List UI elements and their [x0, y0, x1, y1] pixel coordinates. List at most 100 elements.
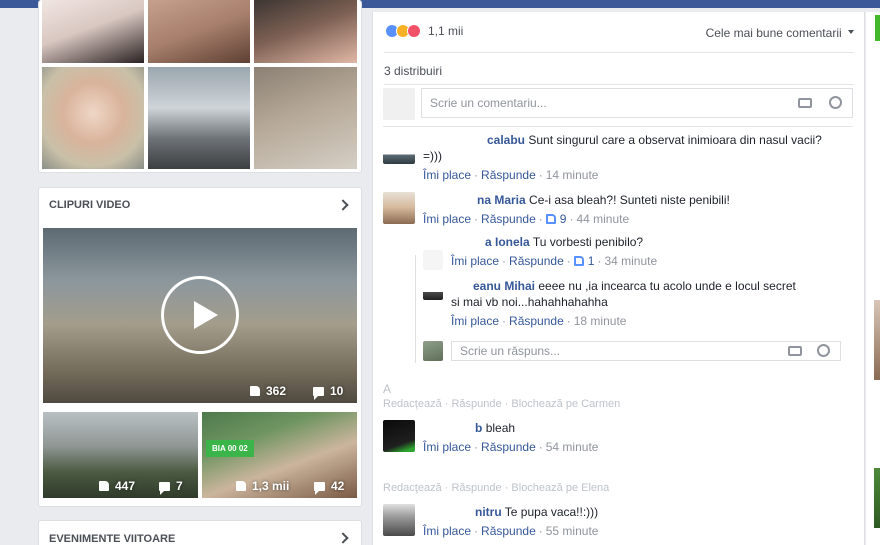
- commenter-name[interactable]: nitru: [475, 505, 502, 519]
- photo-thumbnail[interactable]: [148, 67, 250, 169]
- commenter-avatar[interactable]: [383, 132, 415, 164]
- comment-input[interactable]: Scrie un comentariu...: [421, 88, 853, 118]
- video-like-count: 1,3 mii: [252, 479, 290, 493]
- commenter-name[interactable]: eanu Mihai: [473, 279, 535, 293]
- video-likes: 447: [99, 479, 135, 493]
- comment-body: eanu Mihai eeee nu ,ia incearca tu acolo…: [451, 278, 851, 294]
- photo-thumbnail[interactable]: [254, 0, 357, 63]
- video-comments: 42: [314, 479, 345, 495]
- divider: [384, 52, 854, 53]
- comment-body: b bleah: [423, 420, 853, 436]
- like-link[interactable]: Îmi place: [423, 524, 471, 538]
- comment-text-line2: si mai vb noi...hahahhahahha: [451, 295, 608, 309]
- comment-actions: Îmi place · Răspunde · 9 · 44 minute: [423, 212, 630, 226]
- comment-like-count[interactable]: 1: [588, 254, 595, 268]
- main-video[interactable]: 362 10: [43, 228, 357, 403]
- comment-actions: Îmi place · Răspunde · 18 minute: [451, 314, 627, 328]
- comment-icon: [159, 481, 170, 495]
- like-link[interactable]: Îmi place: [423, 168, 471, 182]
- divider: [384, 84, 854, 85]
- reply-input[interactable]: Scrie un răspuns...: [451, 341, 841, 361]
- thumbs-up-icon: [545, 214, 556, 224]
- reactions-summary[interactable]: 1,1 mii: [385, 24, 463, 38]
- commenter-name[interactable]: a Ionela: [485, 235, 530, 249]
- video-likes: 1,3 mii: [236, 479, 289, 493]
- online-status-bar: [875, 15, 880, 41]
- video-like-count: 362: [266, 384, 287, 398]
- reply-link[interactable]: Răspunde: [481, 524, 536, 538]
- video-overlay-text: BIA 00 02: [206, 440, 254, 457]
- love-reaction-icon: [407, 24, 421, 38]
- comment-placeholder: Scrie un comentariu...: [430, 96, 547, 110]
- like-link[interactable]: Îmi place: [423, 212, 471, 226]
- comment-actions: Îmi place · Răspunde · 14 minute: [423, 168, 599, 182]
- comment-time[interactable]: 34 minute: [604, 254, 657, 268]
- comment-like-count[interactable]: 9: [560, 212, 567, 226]
- commenter-name[interactable]: calabu: [487, 133, 525, 147]
- reply-link[interactable]: Răspunde: [509, 314, 564, 328]
- like-icon: [236, 481, 246, 491]
- comment-time[interactable]: 54 minute: [546, 440, 599, 454]
- comment-actions: Îmi place · Răspunde · 1 · 34 minute: [451, 254, 658, 268]
- comment-text: Te pupa vaca!!:))): [504, 505, 599, 519]
- video-likes: 362: [250, 384, 286, 398]
- video-thumbnail[interactable]: BIA 00 02 1,3 mii 42: [202, 412, 357, 498]
- comment-actions: Îmi place · Răspunde · 54 minute: [423, 440, 599, 454]
- videos-section-title[interactable]: CLIPURI VIDEO: [49, 199, 130, 211]
- emoji-icon[interactable]: [817, 344, 830, 357]
- comment-text: Ce-i asa bleah?! Sunteti niste penibili!: [529, 193, 730, 207]
- commenter-avatar[interactable]: [383, 504, 415, 536]
- like-link[interactable]: Îmi place: [451, 314, 499, 328]
- camera-icon[interactable]: [798, 98, 812, 108]
- faded-comment-actions: Redacţează · Răspunde · Blochează pe Ele…: [383, 482, 610, 494]
- reply-link[interactable]: Răspunde: [481, 168, 536, 182]
- comment-body: na Maria Ce-i asa bleah?! Sunteti niste …: [423, 192, 853, 208]
- comment-text: eeee nu ,ia incearca tu acolo unde e loc…: [538, 279, 796, 293]
- photo-thumbnail[interactable]: [42, 0, 144, 63]
- share-count[interactable]: 3 distribuiri: [384, 64, 442, 78]
- play-icon[interactable]: [161, 276, 239, 354]
- photo-thumbnail[interactable]: [42, 67, 144, 169]
- like-link[interactable]: Îmi place: [423, 440, 471, 454]
- comment-time[interactable]: 18 minute: [574, 314, 627, 328]
- commenter-avatar[interactable]: [423, 280, 443, 300]
- photo-thumbnail[interactable]: [254, 67, 357, 169]
- video-comments: 7: [159, 479, 183, 495]
- commenter-name[interactable]: na Maria: [477, 193, 526, 207]
- user-avatar[interactable]: [423, 341, 443, 361]
- emoji-icon[interactable]: [829, 96, 842, 109]
- like-icon: [250, 386, 260, 396]
- comment-sort-dropdown[interactable]: Cele mai bune comentarii: [706, 26, 854, 40]
- photo-thumbnail[interactable]: [148, 0, 250, 63]
- comment-body: nitru Te pupa vaca!!:))): [423, 504, 853, 520]
- video-like-count: 447: [115, 479, 136, 493]
- like-link[interactable]: Îmi place: [451, 254, 499, 268]
- video-comment-count: 42: [331, 479, 345, 493]
- divider: [383, 126, 853, 127]
- comment-time[interactable]: 14 minute: [546, 168, 599, 182]
- user-avatar[interactable]: [383, 88, 415, 120]
- comment-actions: Îmi place · Răspunde · 55 minute: [423, 524, 599, 538]
- sidebar-thumbnail[interactable]: [874, 468, 880, 528]
- comment-time[interactable]: 44 minute: [576, 212, 629, 226]
- reaction-count[interactable]: 1,1 mii: [428, 24, 463, 38]
- events-section-title[interactable]: EVENIMENTE VIITOARE: [49, 533, 175, 545]
- comment-icon: [313, 386, 324, 400]
- faded-comment-actions: Redacţează · Răspunde · Blochează pe Car…: [383, 398, 621, 410]
- reply-link[interactable]: Răspunde: [481, 440, 536, 454]
- video-comment-count: 7: [176, 479, 183, 493]
- comment-time[interactable]: 55 minute: [546, 524, 599, 538]
- commenter-name[interactable]: b: [475, 421, 482, 435]
- reply-thread-line: [415, 255, 416, 363]
- commenter-avatar[interactable]: [383, 420, 415, 452]
- commenter-avatar[interactable]: [383, 192, 415, 224]
- reply-link[interactable]: Răspunde: [481, 212, 536, 226]
- reply-link[interactable]: Răspunde: [509, 254, 564, 268]
- sidebar-thumbnail[interactable]: [874, 300, 880, 380]
- reply-placeholder: Scrie un răspuns...: [460, 344, 561, 358]
- comment-text: bleah: [485, 421, 516, 435]
- commenter-avatar[interactable]: [423, 250, 443, 270]
- video-thumbnail[interactable]: 447 7: [43, 412, 198, 498]
- sort-label: Cele mai bune comentarii: [705, 26, 842, 40]
- camera-icon[interactable]: [788, 346, 802, 356]
